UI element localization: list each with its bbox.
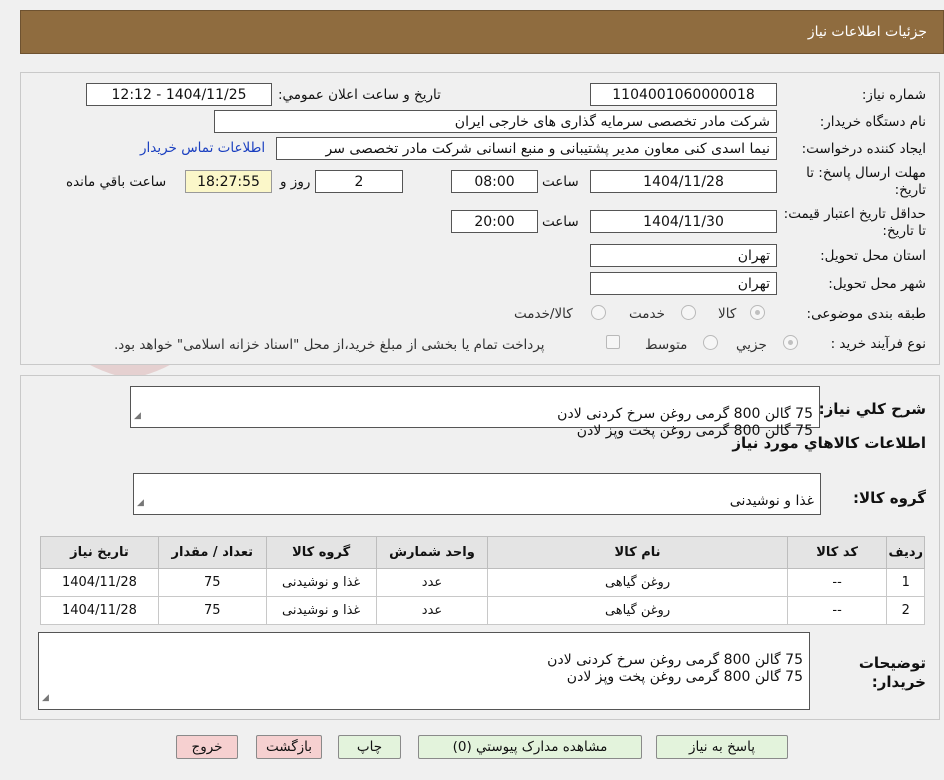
price-validity-time-field[interactable]: 20:00 <box>451 210 538 233</box>
price-validity-date-field[interactable]: 1404/11/30 <box>590 210 777 233</box>
cell-group: غذا و نوشیدنی <box>265 596 377 625</box>
city-field[interactable]: تهران <box>590 272 777 295</box>
price-validity-label: حداقل تاريخ اعتبار قيمت: تا تاريخ: <box>783 206 926 239</box>
reply-button[interactable]: پاسخ به نياز <box>656 735 788 759</box>
goods-table: رديف کد کالا نام کالا واحد شمارش گروه کا… <box>40 536 925 625</box>
deadline-label: مهلت ارسال پاسخ: تا تاريخ: <box>806 165 926 198</box>
need-number-field[interactable]: 1104001060000018 <box>590 83 777 106</box>
resize-grip-icon[interactable]: ◢ <box>134 408 141 425</box>
city-label: شهر محل تحويل: <box>828 276 926 292</box>
table-header-row: رديف کد کالا نام کالا واحد شمارش گروه کا… <box>40 536 925 569</box>
cell-group: غذا و نوشیدنی <box>265 568 377 597</box>
cell-need-date: 1404/11/28 <box>40 568 159 597</box>
table-row[interactable]: 1 -- روغن گیاهی عدد غذا و نوشیدنی 75 140… <box>40 568 925 597</box>
category-goods-service-label: کالا/خدمت <box>514 306 573 322</box>
category-goods-label: کالا <box>718 306 737 322</box>
col-unit: واحد شمارش <box>375 536 489 569</box>
requester-label: ايجاد کننده درخواست: <box>801 141 926 157</box>
deadline-time-label: ساعت <box>542 174 579 190</box>
goods-group-label: گروه کالا: <box>853 489 926 507</box>
need-number-label: شماره نياز: <box>861 87 926 103</box>
days-remaining-field[interactable]: 2 <box>315 170 403 193</box>
buyer-org-field[interactable]: شرکت مادر تخصصی سرمایه گذاری های خارجی ا… <box>214 110 777 133</box>
cell-quantity: 75 <box>157 568 267 597</box>
col-need-date: تاريخ نياز <box>40 536 159 569</box>
goods-section-title: اطلاعات کالاهاي مورد نياز <box>732 434 926 452</box>
goods-group-value: غذا و نوشیدنی <box>729 493 814 509</box>
process-medium-label: متوسط <box>645 337 688 353</box>
col-group: گروه کالا <box>265 536 377 569</box>
cell-row: 1 <box>886 568 925 597</box>
table-row[interactable]: 2 -- روغن گیاهی عدد غذا و نوشیدنی 75 140… <box>40 596 925 625</box>
buyer-org-label: نام دستگاه خريدار: <box>819 114 926 130</box>
province-label: استان محل تحويل: <box>820 248 926 264</box>
cell-row: 2 <box>886 596 925 625</box>
col-row: رديف <box>886 536 925 569</box>
col-code: کد کالا <box>786 536 888 569</box>
cell-code: -- <box>786 596 888 625</box>
announce-datetime-label: تاريخ و ساعت اعلان عمومي: <box>278 87 441 103</box>
cell-quantity: 75 <box>157 596 267 625</box>
category-label: طبقه بندی موضوعی: <box>806 306 926 322</box>
attachments-button[interactable]: مشاهده مدارک پيوستي (0) <box>418 735 642 759</box>
buyer-notes-textarea[interactable]: 75 گالن 800 گرمی روغن سرخ کردنی لادن 75 … <box>38 632 810 710</box>
cell-code: -- <box>786 568 888 597</box>
category-goods-radio[interactable] <box>750 305 765 320</box>
treasury-payment-checkbox[interactable] <box>606 335 620 349</box>
requester-field[interactable]: نیما اسدی کنی معاون مدیر پشتیبانی و منبع… <box>276 137 777 160</box>
announce-datetime-field[interactable]: 1404/11/25 - 12:12 <box>86 83 272 106</box>
cell-name: روغن گیاهی <box>487 568 788 597</box>
price-validity-time-label: ساعت <box>542 214 579 230</box>
category-goods-service-radio[interactable] <box>591 305 606 320</box>
description-textarea[interactable]: 75 گالن 800 گرمی روغن سرخ کردنی لادن 75 … <box>130 386 820 439</box>
category-service-label: خدمت <box>629 306 665 322</box>
resize-grip-icon[interactable]: ◢ <box>137 495 144 512</box>
province-field[interactable]: تهران <box>590 244 777 267</box>
process-type-label: نوع فرآيند خريد : <box>830 336 926 352</box>
col-quantity: تعداد / مقدار <box>157 536 267 569</box>
page-title: جزئيات اطلاعات نياز <box>807 24 927 40</box>
buyer-notes-label: توضيحات خريدار: <box>858 654 926 691</box>
buyer-notes-text: 75 گالن 800 گرمی روغن سرخ کردنی لادن 75 … <box>547 652 803 685</box>
print-button[interactable]: چاپ <box>338 735 401 759</box>
back-button[interactable]: بازگشت <box>256 735 322 759</box>
resize-grip-icon[interactable]: ◢ <box>42 690 49 707</box>
exit-button[interactable]: خروج <box>176 735 238 759</box>
process-medium-radio[interactable] <box>703 335 718 350</box>
deadline-time-field[interactable]: 08:00 <box>451 170 538 193</box>
deadline-date-field[interactable]: 1404/11/28 <box>590 170 777 193</box>
page-header: جزئيات اطلاعات نياز <box>20 10 944 54</box>
col-name: نام کالا <box>487 536 788 569</box>
description-label: شرح کلي نياز: <box>818 400 926 418</box>
goods-group-textarea[interactable]: غذا و نوشیدنی ◢ <box>133 473 821 515</box>
cell-name: روغن گیاهی <box>487 596 788 625</box>
cell-unit: عدد <box>375 568 489 597</box>
buyer-contact-link[interactable]: اطلاعات تماس خريدار <box>140 140 265 156</box>
treasury-payment-note: پرداخت تمام یا بخشی از مبلغ خرید،از محل … <box>114 337 545 353</box>
remaining-time-label: ساعت باقي مانده <box>66 174 167 190</box>
cell-need-date: 1404/11/28 <box>40 596 159 625</box>
process-minor-radio[interactable] <box>783 335 798 350</box>
cell-unit: عدد <box>375 596 489 625</box>
process-minor-label: جزيي <box>736 337 767 353</box>
days-label: روز و <box>280 174 311 190</box>
remaining-time-field: 18:27:55 <box>185 170 272 193</box>
category-service-radio[interactable] <box>681 305 696 320</box>
